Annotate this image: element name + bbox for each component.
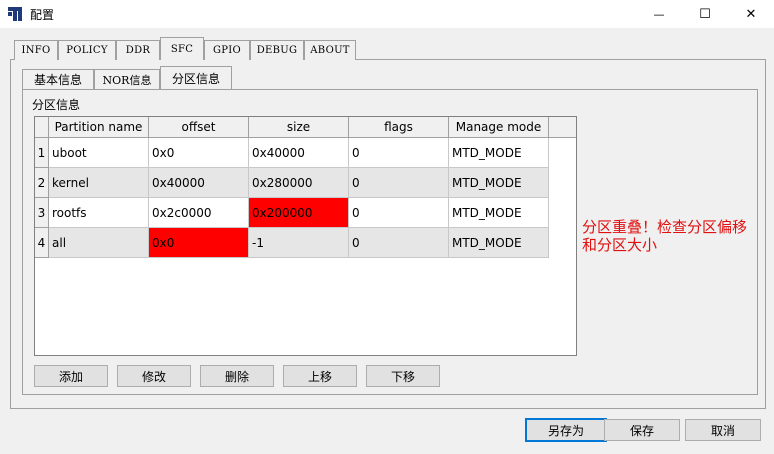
cell-offset-error[interactable]: 0x0 (149, 228, 249, 258)
cell-partition-name[interactable]: uboot (49, 138, 149, 168)
title-bar: 配置 — ☐ ✕ (0, 0, 774, 28)
minimize-button[interactable]: — (636, 0, 682, 28)
row-number[interactable]: 1 (35, 138, 49, 168)
column-header-flags[interactable]: flags (349, 117, 449, 138)
column-header-size[interactable]: size (249, 117, 349, 138)
row-number[interactable]: 2 (35, 168, 49, 198)
group-title: 分区信息 (32, 98, 81, 112)
column-header-partition-name[interactable]: Partition name (49, 117, 149, 138)
close-button[interactable]: ✕ (728, 0, 774, 28)
tab-info[interactable]: INFO (14, 40, 58, 60)
tab-sfc[interactable]: SFC (160, 37, 204, 60)
move-up-button[interactable]: 上移 (283, 365, 357, 387)
row-number[interactable]: 3 (35, 198, 49, 228)
cell-size[interactable]: 0x280000 (249, 168, 349, 198)
edit-button[interactable]: 修改 (117, 365, 191, 387)
cell-flags[interactable]: 0 (349, 138, 449, 168)
cancel-button[interactable]: 取消 (685, 419, 761, 441)
add-button[interactable]: 添加 (34, 365, 108, 387)
row-number[interactable]: 4 (35, 228, 49, 258)
tab-basic-info[interactable]: 基本信息 (22, 69, 94, 89)
cell-flags[interactable]: 0 (349, 168, 449, 198)
cell-manage-mode[interactable]: MTD_MODE (449, 138, 549, 168)
close-icon: ✕ (745, 6, 757, 22)
app-icon (8, 7, 22, 21)
tab-about[interactable]: ABOUT (304, 40, 356, 60)
cell-partition-name[interactable]: rootfs (49, 198, 149, 228)
save-as-button[interactable]: 另存为 (525, 418, 607, 442)
cell-partition-name[interactable]: all (49, 228, 149, 258)
column-header-manage-mode[interactable]: Manage mode (449, 117, 549, 138)
partition-table[interactable]: Partition name offset size flags Manage … (34, 116, 577, 356)
cell-manage-mode[interactable]: MTD_MODE (449, 168, 549, 198)
cell-size[interactable]: 0x40000 (249, 138, 349, 168)
cell-flags[interactable]: 0 (349, 198, 449, 228)
table-corner (35, 117, 49, 138)
tab-debug[interactable]: DEBUG (250, 40, 304, 60)
save-button[interactable]: 保存 (604, 419, 680, 441)
tab-nor-info[interactable]: NOR信息 (94, 69, 160, 89)
cell-size[interactable]: -1 (249, 228, 349, 258)
cell-manage-mode[interactable]: MTD_MODE (449, 228, 549, 258)
minimize-icon: — (653, 7, 665, 21)
cell-offset[interactable]: 0x0 (149, 138, 249, 168)
cell-offset[interactable]: 0x40000 (149, 168, 249, 198)
column-header-filler (549, 117, 576, 138)
tab-policy[interactable]: POLICY (58, 40, 116, 60)
overlap-warning: 分区重叠！检查分区偏移和分区大小 (582, 218, 748, 254)
delete-button[interactable]: 删除 (200, 365, 274, 387)
move-down-button[interactable]: 下移 (366, 365, 440, 387)
cell-manage-mode[interactable]: MTD_MODE (449, 198, 549, 228)
maximize-button[interactable]: ☐ (682, 0, 728, 28)
tab-partition-info[interactable]: 分区信息 (160, 66, 232, 89)
column-header-offset[interactable]: offset (149, 117, 249, 138)
tab-gpio[interactable]: GPIO (204, 40, 250, 60)
window-title: 配置 (30, 8, 55, 22)
cell-partition-name[interactable]: kernel (49, 168, 149, 198)
cell-offset[interactable]: 0x2c0000 (149, 198, 249, 228)
tab-ddr[interactable]: DDR (116, 40, 160, 60)
cell-flags[interactable]: 0 (349, 228, 449, 258)
cell-size-error[interactable]: 0x200000 (249, 198, 349, 228)
maximize-icon: ☐ (699, 6, 711, 22)
